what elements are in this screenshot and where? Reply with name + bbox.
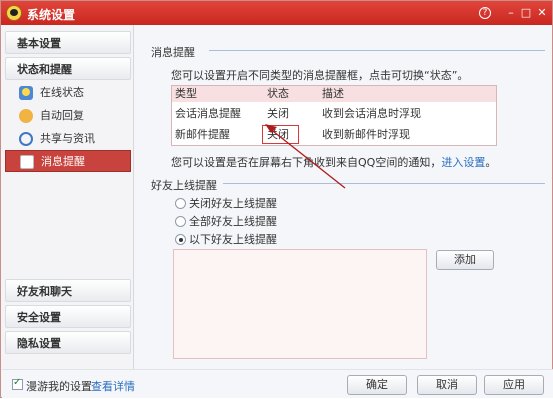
help-icon[interactable]: ? xyxy=(479,7,491,19)
row-description: 收到会话消息时浮现 xyxy=(322,107,421,120)
row-status-toggle[interactable]: 关闭 xyxy=(267,106,289,122)
radio-button[interactable] xyxy=(175,216,186,227)
sidebar-item-label: 自动回复 xyxy=(40,109,84,122)
qzone-note-text: 您可以设置是否在屏幕右下角收到来自QQ空间的通知， xyxy=(171,156,442,169)
radio-label: 以下好友上线提醒 xyxy=(189,233,277,246)
roam-settings-checkbox[interactable] xyxy=(12,377,23,390)
column-header-status: 状态 xyxy=(267,87,289,100)
radio-label: 全部好友上线提醒 xyxy=(189,215,277,228)
table-row[interactable]: 会话消息提醒 关闭 收到会话消息时浮现 xyxy=(172,104,496,125)
section-divider xyxy=(223,183,545,184)
sidebar-group-status[interactable]: 状态和提醒 xyxy=(5,57,131,80)
message-reminder-icon xyxy=(20,155,34,169)
message-reminder-intro: 您可以设置开启不同类型的消息提醒框，点击可切换“状态”。 xyxy=(171,69,469,82)
column-header-description: 描述 xyxy=(322,87,344,100)
close-icon[interactable]: ✕ xyxy=(534,5,550,21)
sidebar-group-basic[interactable]: 基本设置 xyxy=(5,31,131,54)
ok-button[interactable]: 确定 xyxy=(347,375,407,395)
sidebar-item-online-status[interactable]: 在线状态 xyxy=(5,82,131,104)
row-type: 新邮件提醒 xyxy=(175,128,230,141)
minimize-icon[interactable]: – xyxy=(503,5,519,21)
title-bar[interactable]: 系统设置 ? – □ ✕ xyxy=(1,1,552,25)
radio-button-checked[interactable] xyxy=(175,234,186,245)
settings-content: 消息提醒 您可以设置开启不同类型的消息提醒框，点击可切换“状态”。 类型 状态 … xyxy=(135,25,552,369)
status-highlight-box xyxy=(262,125,299,144)
sidebar-item-auto-reply[interactable]: 自动回复 xyxy=(5,105,131,127)
qq-penguin-icon xyxy=(6,5,22,21)
settings-window: 系统设置 ? – □ ✕ 基本设置 状态和提醒 在线状态 自动回复 共享与资讯 … xyxy=(0,0,553,398)
section-title-friend-online: 好友上线提醒 xyxy=(151,179,217,192)
maximize-icon[interactable]: □ xyxy=(518,5,534,21)
radio-button[interactable] xyxy=(175,198,186,209)
section-divider xyxy=(209,50,545,51)
table-header: 类型 状态 描述 xyxy=(172,86,496,102)
friend-list-box[interactable] xyxy=(173,249,427,359)
column-header-type: 类型 xyxy=(175,87,197,100)
sidebar-group-privacy[interactable]: 隐私设置 xyxy=(5,331,131,354)
apply-button[interactable]: 应用 xyxy=(484,375,544,395)
cancel-button[interactable]: 取消 xyxy=(417,375,477,395)
auto-reply-icon xyxy=(19,109,33,123)
qzone-note: 您可以设置是否在屏幕右下角收到来自QQ空间的通知，进入设置。 xyxy=(171,154,496,170)
section-title-message-reminder: 消息提醒 xyxy=(151,46,195,59)
footer: 漫游我的设置 查看详情 确定 取消 应用 xyxy=(2,369,553,398)
row-description: 收到新邮件时浮现 xyxy=(322,128,410,141)
sidebar-item-share-news[interactable]: 共享与资讯 xyxy=(5,128,131,150)
reminder-table: 类型 状态 描述 会话消息提醒 关闭 收到会话消息时浮现 新邮件提醒 关闭 收到… xyxy=(171,85,497,146)
sidebar: 基本设置 状态和提醒 在线状态 自动回复 共享与资讯 消息提醒 好友和聊天 安全… xyxy=(2,25,134,369)
table-row[interactable]: 新邮件提醒 关闭 收到新邮件时浮现 xyxy=(172,126,496,147)
add-friend-button[interactable]: 添加 xyxy=(436,250,494,270)
qzone-note-end: 。 xyxy=(485,156,497,169)
sidebar-item-message-reminder[interactable]: 消息提醒 xyxy=(5,150,131,172)
sidebar-item-label: 消息提醒 xyxy=(41,155,85,168)
sidebar-group-friends-chat[interactable]: 好友和聊天 xyxy=(5,279,131,302)
sidebar-group-security[interactable]: 安全设置 xyxy=(5,305,131,328)
window-title: 系统设置 xyxy=(27,8,76,22)
sidebar-item-label: 在线状态 xyxy=(40,86,84,99)
online-status-icon xyxy=(19,86,33,100)
radio-label: 关闭好友上线提醒 xyxy=(189,197,277,210)
sidebar-item-label: 共享与资讯 xyxy=(40,132,95,145)
row-type: 会话消息提醒 xyxy=(175,107,241,120)
view-details-link[interactable]: 查看详情 xyxy=(91,378,135,394)
qzone-settings-link[interactable]: 进入设置 xyxy=(441,156,485,169)
roam-settings-label: 漫游我的设置 xyxy=(26,380,92,393)
share-news-icon xyxy=(19,132,33,146)
